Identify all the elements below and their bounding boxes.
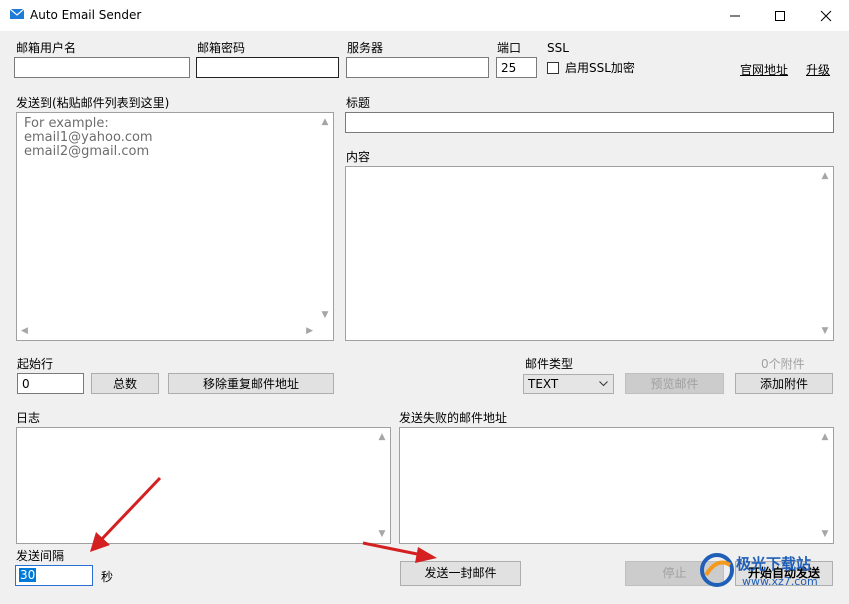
subject-input[interactable] — [345, 112, 834, 133]
close-icon — [820, 10, 832, 21]
start-row-input[interactable]: 0 — [17, 373, 84, 394]
placeholder-line: email1@yahoo.com — [24, 130, 153, 145]
mail-type-label: 邮件类型 — [525, 357, 574, 371]
port-input[interactable]: 25 — [496, 57, 537, 78]
ssl-checkbox-label[interactable]: 启用SSL加密 — [565, 61, 635, 75]
server-input[interactable] — [346, 57, 489, 78]
maximize-icon — [775, 10, 785, 21]
log-textarea[interactable]: ▲ ▼ — [16, 427, 391, 544]
subject-label: 标题 — [346, 96, 371, 110]
placeholder-line: email2@gmail.com — [24, 144, 150, 159]
recipients-textarea[interactable]: For example: email1@yahoo.com email2@gma… — [16, 112, 334, 341]
scroll-down-icon[interactable]: ▼ — [377, 529, 387, 539]
content-vertical-scrollbar[interactable]: ▲ ▼ — [817, 167, 833, 340]
watermark-url: www.xz7.com — [742, 575, 818, 588]
scroll-up-icon[interactable]: ▲ — [820, 432, 830, 442]
start-row-label: 起始行 — [17, 357, 54, 371]
chevron-down-icon — [599, 381, 608, 387]
scroll-left-icon[interactable]: ◀ — [21, 326, 28, 336]
scroll-up-icon[interactable]: ▲ — [320, 117, 330, 127]
mail-type-select[interactable]: TEXT — [523, 374, 614, 394]
scroll-down-icon[interactable]: ▼ — [320, 310, 330, 320]
watermark: 极光下载站 www.xz7.com — [700, 545, 840, 600]
mail-type-value: TEXT — [528, 377, 559, 391]
content-textarea[interactable]: ▲ ▼ — [345, 166, 834, 341]
mail-icon — [10, 9, 24, 19]
ssl-checkbox[interactable] — [547, 62, 559, 74]
add-attachment-button[interactable]: 添加附件 — [735, 373, 833, 394]
interval-unit: 秒 — [101, 570, 114, 584]
upgrade-link[interactable]: 升级 — [806, 61, 830, 78]
port-label: 端口 — [497, 41, 522, 55]
total-button[interactable]: 总数 — [91, 373, 159, 394]
website-link[interactable]: 官网地址 — [740, 61, 788, 78]
send-one-button[interactable]: 发送一封邮件 — [400, 561, 521, 586]
content-label: 内容 — [346, 150, 371, 164]
scroll-down-icon[interactable]: ▼ — [820, 529, 830, 539]
ssl-label: SSL — [547, 41, 569, 55]
close-button[interactable] — [803, 0, 849, 31]
username-input[interactable] — [14, 57, 190, 78]
preview-button[interactable]: 预览邮件 — [625, 373, 724, 394]
interval-label: 发送间隔 — [16, 549, 65, 563]
minimize-button[interactable] — [712, 0, 758, 31]
password-label: 邮箱密码 — [197, 41, 246, 55]
interval-input[interactable]: 30 — [15, 565, 93, 586]
watermark-text: 极光下载站 — [736, 555, 812, 573]
server-label: 服务器 — [347, 41, 384, 55]
window-title: Auto Email Sender — [30, 8, 142, 22]
scroll-up-icon[interactable]: ▲ — [820, 171, 830, 181]
attachments-count: 0个附件 — [761, 357, 805, 371]
failed-addresses-label: 发送失败的邮件地址 — [399, 411, 508, 425]
annotation-arrow-send — [362, 541, 437, 563]
watermark-logo-icon — [700, 553, 734, 587]
log-label: 日志 — [16, 411, 41, 425]
scroll-down-icon[interactable]: ▼ — [820, 326, 830, 336]
recipients-vertical-scrollbar[interactable]: ▲ ▼ — [317, 113, 333, 324]
scroll-up-icon[interactable]: ▲ — [377, 432, 387, 442]
minimize-icon — [730, 15, 740, 16]
recipients-label: 发送到(粘贴邮件列表到这里) — [16, 96, 170, 110]
username-label: 邮箱用户名 — [16, 41, 77, 55]
recipients-placeholder: For example: email1@yahoo.com email2@gma… — [24, 117, 153, 159]
maximize-button[interactable] — [757, 0, 803, 31]
scroll-right-icon[interactable]: ▶ — [306, 326, 313, 336]
failed-vertical-scrollbar[interactable]: ▲ ▼ — [817, 428, 833, 543]
password-input[interactable] — [196, 57, 339, 78]
failed-addresses-textarea[interactable]: ▲ ▼ — [399, 427, 834, 544]
interval-value: 30 — [19, 568, 37, 582]
title-bar: Auto Email Sender — [0, 0, 849, 31]
log-vertical-scrollbar[interactable]: ▲ ▼ — [374, 428, 390, 543]
placeholder-line: For example: — [24, 116, 109, 131]
remove-duplicates-button[interactable]: 移除重复邮件地址 — [168, 373, 334, 394]
recipients-horizontal-scrollbar[interactable]: ◀ ▶ — [17, 324, 317, 340]
